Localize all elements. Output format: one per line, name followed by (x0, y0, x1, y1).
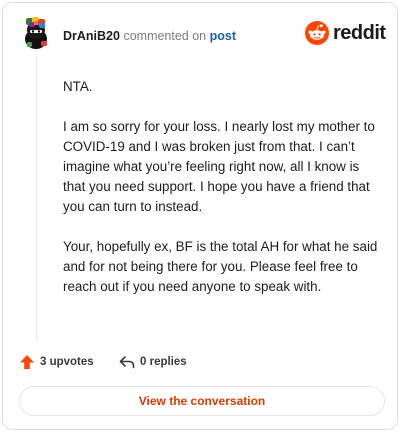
reddit-logo-icon (305, 21, 329, 45)
view-conversation-button[interactable]: View the conversation (19, 386, 385, 416)
comment-paragraph: I am so sorry for your loss. I nearly lo… (63, 119, 375, 214)
comment-header: DrAniB20 commented on post reddit (21, 17, 386, 53)
comment-actions: 3 upvotes 0 replies (19, 353, 319, 371)
avatar-icon (25, 17, 47, 49)
upvote-arrow-icon (20, 355, 34, 369)
comment-body: NTA. I am so sorry for your loss. I near… (63, 77, 379, 317)
reply-arrow-icon (119, 356, 135, 369)
username-link[interactable]: DrAniB20 (63, 29, 120, 43)
comment-paragraph: Your, hopefully ex, BF is the total AH f… (63, 239, 378, 294)
commented-on-text: commented on (123, 29, 207, 43)
comment-paragraph: NTA. (63, 79, 93, 94)
reddit-wordmark: reddit (333, 22, 386, 44)
reply-button[interactable]: 0 replies (119, 353, 187, 371)
upvotes-count: 3 upvotes (40, 356, 94, 368)
user-avatar[interactable] (21, 17, 51, 51)
upvote-button[interactable]: 3 upvotes (19, 353, 94, 371)
comment-embed-card: DrAniB20 commented on post reddit NTA. I… (2, 2, 398, 430)
replies-count: 0 replies (140, 356, 187, 368)
reddit-brand-link[interactable]: reddit (305, 21, 386, 47)
thread-line (36, 55, 37, 340)
post-link[interactable]: post (210, 29, 236, 43)
comment-meta: DrAniB20 commented on post (63, 29, 236, 43)
